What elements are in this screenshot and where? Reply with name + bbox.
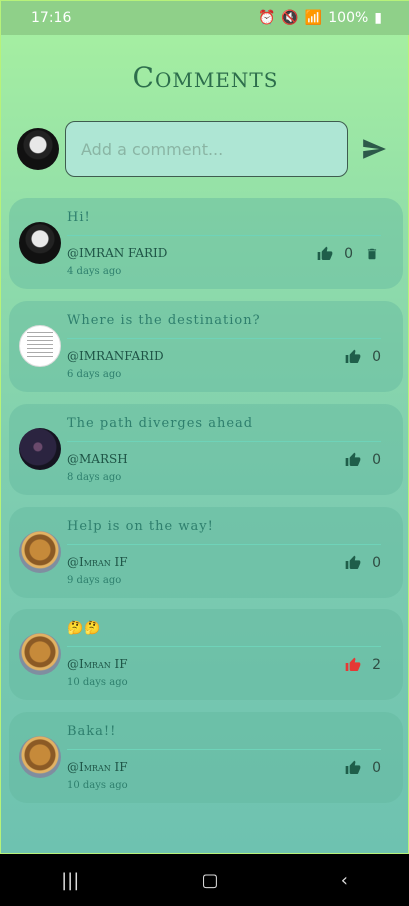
like-count: 0 [372, 555, 381, 571]
app-screen: 17:16 ⏰ 🔇 📶 100% ▮ Comments Hi! @IMRAN F… [0, 0, 409, 854]
divider [67, 749, 381, 750]
divider [67, 544, 381, 545]
divider [67, 338, 381, 339]
thumbs-up-icon [345, 555, 361, 569]
comment-text: 🤔🤔 [67, 621, 102, 636]
comment-time: 10 days ago [67, 677, 128, 688]
comment-time: 9 days ago [67, 575, 122, 586]
like-count: 0 [372, 452, 381, 468]
mute-icon: 🔇 [281, 10, 299, 26]
divider [67, 441, 381, 442]
comment-actions: 0 [344, 451, 381, 469]
comment-text: The path diverges ahead [67, 416, 254, 431]
comment-input[interactable] [65, 121, 348, 177]
trash-icon [367, 248, 377, 260]
comment-time: 8 days ago [67, 472, 122, 483]
comment-username: @Imran IF [67, 760, 128, 774]
avatar [19, 325, 61, 367]
alarm-icon: ⏰ [257, 10, 276, 26]
comment-actions: 0 [344, 554, 381, 572]
comment-text: Where is the destination? [67, 313, 261, 328]
like-button[interactable] [344, 656, 362, 674]
system-navigation-bar: ||| ▢ ‹ [0, 854, 409, 906]
back-button[interactable]: ‹ [341, 870, 348, 891]
comment-time: 10 days ago [67, 780, 128, 791]
delete-button[interactable] [363, 245, 381, 263]
battery-icon: ▮ [374, 10, 382, 26]
comment-time: 6 days ago [67, 369, 122, 380]
comment-text: Help is on the way! [67, 519, 214, 534]
avatar [17, 128, 59, 170]
comment-actions: 0 [316, 245, 381, 263]
comment-card: Hi! @IMRAN FARID 4 days ago 0 [9, 198, 403, 289]
send-button[interactable] [360, 135, 388, 163]
avatar [19, 736, 61, 778]
like-button[interactable] [344, 759, 362, 777]
like-count: 0 [372, 760, 381, 776]
thumbs-up-icon [345, 760, 361, 774]
thumbs-up-icon [317, 246, 333, 260]
recents-button[interactable]: ||| [61, 870, 79, 891]
status-time: 17:16 [31, 10, 72, 26]
comment-username: @Imran IF [67, 555, 128, 569]
comment-card: Baka!! @Imran IF 10 days ago 0 [9, 712, 403, 803]
home-button[interactable]: ▢ [201, 870, 218, 891]
like-count: 0 [372, 349, 381, 365]
comment-username: @IMRANFARID [67, 349, 164, 363]
thumbs-up-icon [345, 349, 361, 363]
comment-composer [17, 121, 397, 177]
comment-text: Baka!! [67, 724, 117, 739]
like-button[interactable] [344, 554, 362, 572]
avatar [19, 633, 61, 675]
comment-actions: 0 [344, 348, 381, 366]
like-button[interactable] [316, 245, 334, 263]
comment-card: 🤔🤔 @Imran IF 10 days ago 2 [9, 609, 403, 700]
status-bar: 17:16 ⏰ 🔇 📶 100% ▮ [1, 1, 409, 35]
comment-card: The path diverges ahead @MARSH 8 days ag… [9, 404, 403, 495]
like-count: 2 [372, 657, 381, 673]
like-button[interactable] [344, 451, 362, 469]
thumbs-up-icon [345, 452, 361, 466]
send-icon [363, 139, 386, 159]
avatar [19, 222, 61, 264]
comment-card: Where is the destination? @IMRANFARID 6 … [9, 301, 403, 392]
comment-text: Hi! [67, 210, 91, 225]
thumbs-up-icon [345, 657, 361, 671]
comment-time: 4 days ago [67, 266, 122, 277]
wifi-icon: 📶 [304, 10, 323, 26]
comment-username: @IMRAN FARID [67, 246, 168, 260]
comment-actions: 0 [344, 759, 381, 777]
comment-card: Help is on the way! @Imran IF 9 days ago… [9, 507, 403, 598]
battery-percent: 100% [328, 10, 369, 26]
status-icons: ⏰ 🔇 📶 100% ▮ [258, 10, 382, 26]
divider [67, 646, 381, 647]
like-button[interactable] [344, 348, 362, 366]
page-title: Comments [132, 61, 279, 94]
avatar [19, 428, 61, 470]
like-count: 0 [344, 246, 353, 262]
divider [67, 235, 381, 236]
comment-actions: 2 [344, 656, 381, 674]
comment-username: @MARSH [67, 452, 128, 466]
comment-username: @Imran IF [67, 657, 128, 671]
avatar [19, 531, 61, 573]
